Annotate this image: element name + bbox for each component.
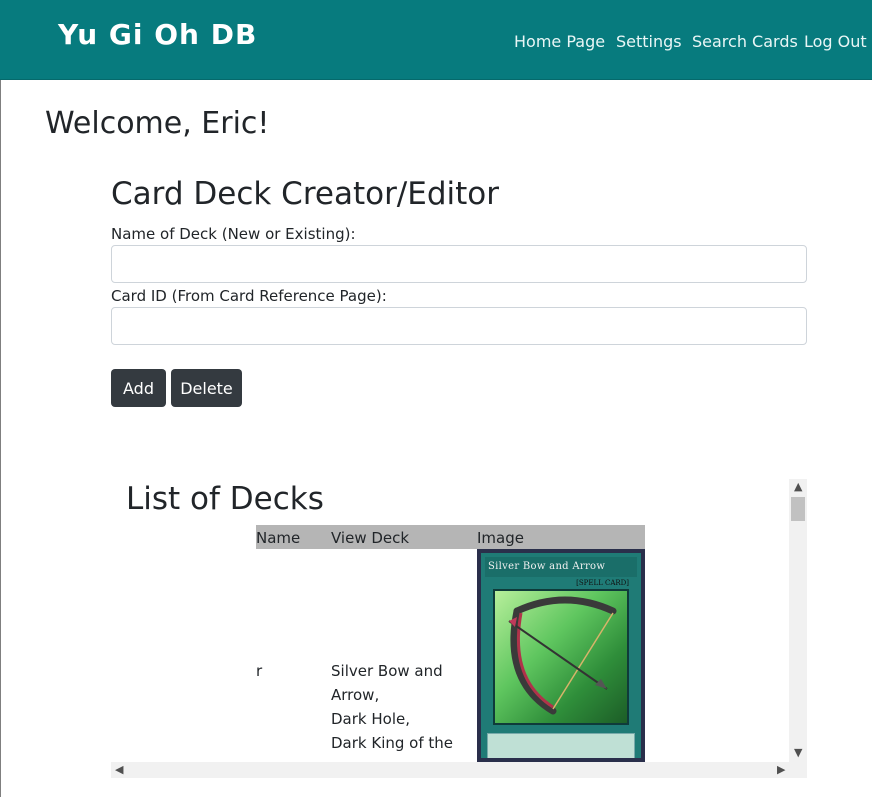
deck-editor-title: Card Deck Creator/Editor <box>111 176 499 212</box>
card-image-type: [SPELL CARD] <box>576 579 629 587</box>
column-header-image: Image <box>477 529 524 547</box>
vertical-scrollbar[interactable]: ▲ ▼ <box>789 479 807 762</box>
vertical-scroll-thumb[interactable] <box>791 497 805 521</box>
deck-name-input[interactable] <box>111 245 807 283</box>
deck-card-item: Silver Bow and <box>331 662 443 680</box>
column-header-name: Name <box>256 529 301 547</box>
nav-search-cards-link[interactable]: Search Cards <box>692 32 798 51</box>
welcome-heading: Welcome, Eric! <box>45 106 270 141</box>
card-image: Silver Bow and Arrow [SPELL CARD] <box>477 549 645 762</box>
scroll-left-arrow-icon[interactable]: ◀ <box>115 763 123 777</box>
decks-scroll-panel[interactable]: List of Decks Name View Deck Image r Sil… <box>111 479 807 778</box>
scroll-up-arrow-icon[interactable]: ▲ <box>794 480 802 494</box>
add-button[interactable]: Add <box>111 369 166 407</box>
card-description-box <box>487 733 635 758</box>
page-border <box>0 80 1 797</box>
card-image-title: Silver Bow and Arrow <box>485 557 637 577</box>
deck-card-item: Dark Hole, <box>331 710 410 728</box>
decks-table-header <box>256 525 645 549</box>
delete-button[interactable]: Delete <box>171 369 242 407</box>
card-id-label: Card ID (From Card Reference Page): <box>111 287 387 305</box>
horizontal-scrollbar[interactable]: ◀ ▶ <box>111 762 807 778</box>
deck-name-cell: r <box>256 662 263 680</box>
decks-list-title: List of Decks <box>126 481 324 517</box>
nav-logout-link[interactable]: Log Out <box>804 32 867 51</box>
card-artwork <box>493 589 629 725</box>
column-header-view-deck: View Deck <box>331 529 410 547</box>
bow-and-arrow-icon <box>508 596 617 715</box>
nav-settings-link[interactable]: Settings <box>616 32 682 51</box>
deck-card-item: Arrow, <box>331 686 380 704</box>
site-brand[interactable]: Yu Gi Oh DB <box>58 18 257 51</box>
scroll-down-arrow-icon[interactable]: ▼ <box>794 746 802 760</box>
deck-card-item: Dark King of the <box>331 734 454 752</box>
nav-home-link[interactable]: Home Page <box>514 32 605 51</box>
card-id-input[interactable] <box>111 307 807 345</box>
navbar: Yu Gi Oh DB Home Page Settings Search Ca… <box>0 0 872 80</box>
scroll-right-arrow-icon[interactable]: ▶ <box>777 763 785 777</box>
deck-name-label: Name of Deck (New or Existing): <box>111 225 356 243</box>
